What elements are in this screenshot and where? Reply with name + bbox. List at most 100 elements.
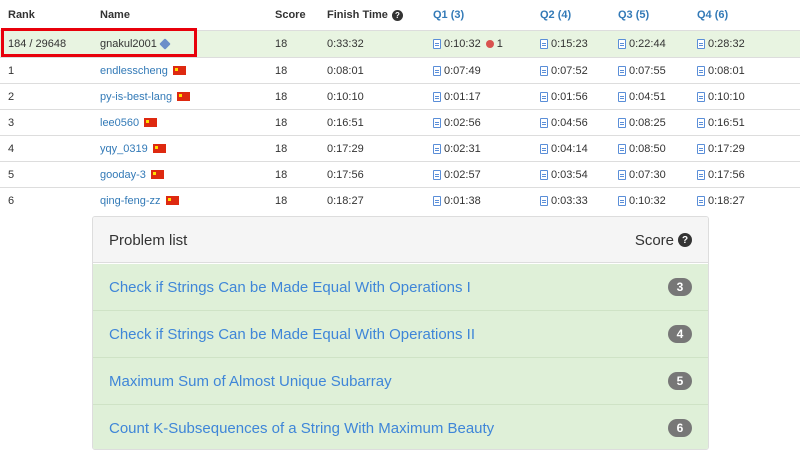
q3-cell: 0:07:55 <box>618 58 666 83</box>
bug-icon <box>485 40 494 48</box>
my-score: 18 <box>275 38 288 50</box>
rank-cell: 1 <box>8 64 15 77</box>
problem-item[interactable]: Maximum Sum of Almost Unique Subarray 5 <box>93 358 708 405</box>
q4-cell: 0:18:27 <box>697 188 745 213</box>
finish-time-cell: 0:18:27 <box>327 194 364 207</box>
file-icon[interactable] <box>618 65 626 76</box>
header-score: Score <box>275 9 306 21</box>
file-icon[interactable] <box>540 117 548 128</box>
q2-time: 0:03:33 <box>551 194 588 207</box>
name-cell: yqy_0319 <box>100 136 166 161</box>
header-rank: Rank <box>8 9 35 21</box>
problem-title-link[interactable]: Count K-Subsequences of a String With Ma… <box>109 405 494 449</box>
rank-cell: 4 <box>8 142 15 155</box>
my-q1-cell: 0:10:32 1 <box>433 31 503 57</box>
problem-score-badge: 4 <box>668 325 692 343</box>
file-icon[interactable] <box>433 195 441 206</box>
file-icon[interactable] <box>433 143 441 154</box>
file-icon[interactable] <box>697 39 705 49</box>
name-cell: py-is-best-lang <box>100 84 191 109</box>
file-icon[interactable] <box>540 143 548 154</box>
file-icon[interactable] <box>697 65 705 76</box>
question-circle-icon[interactable]: ? <box>678 233 692 247</box>
q1-time: 0:02:56 <box>444 116 481 129</box>
q3-time: 0:07:55 <box>629 64 666 77</box>
file-icon[interactable] <box>697 91 705 102</box>
file-icon[interactable] <box>433 65 441 76</box>
q1-cell: 0:01:38 <box>433 188 481 213</box>
q1-time: 0:07:49 <box>444 64 481 77</box>
file-icon[interactable] <box>433 91 441 102</box>
problem-list-score-header: Score ? <box>635 217 692 263</box>
file-icon[interactable] <box>697 195 705 206</box>
file-icon[interactable] <box>618 91 626 102</box>
china-flag-icon <box>172 66 186 75</box>
my-q2: 0:15:23 <box>551 38 588 50</box>
problem-item[interactable]: Check if Strings Can be Made Equal With … <box>93 264 708 311</box>
file-icon[interactable] <box>618 143 626 154</box>
q2-time: 0:03:54 <box>551 168 588 181</box>
user-link[interactable]: gooday-3 <box>100 169 146 181</box>
file-icon[interactable] <box>618 117 626 128</box>
q4-time: 0:18:27 <box>708 194 745 207</box>
q3-cell: 0:08:50 <box>618 136 666 161</box>
user-link[interactable]: endlesscheng <box>100 65 168 77</box>
header-q1[interactable]: Q1 (3) <box>433 0 464 30</box>
q2-time: 0:07:52 <box>551 64 588 77</box>
score-cell: 18 <box>275 168 288 181</box>
file-icon[interactable] <box>540 39 548 49</box>
problem-item[interactable]: Count K-Subsequences of a String With Ma… <box>93 405 708 449</box>
file-icon[interactable] <box>433 169 441 180</box>
file-icon[interactable] <box>697 117 705 128</box>
problem-title-link[interactable]: Maximum Sum of Almost Unique Subarray <box>109 358 392 404</box>
file-icon[interactable] <box>540 91 548 102</box>
header-q4[interactable]: Q4 (6) <box>697 0 728 30</box>
table-row: 1 endlesscheng 18 0:08:01 0:07:49 0:07:5… <box>0 57 800 83</box>
user-link[interactable]: py-is-best-lang <box>100 91 172 103</box>
question-circle-icon[interactable]: ? <box>391 9 403 21</box>
my-q3: 0:22:44 <box>629 38 666 50</box>
name-cell: lee0560 <box>100 110 158 135</box>
table-row: 6 qing-feng-zz 18 0:18:27 0:01:38 0:03:3… <box>0 187 800 213</box>
file-icon[interactable] <box>540 169 548 180</box>
file-icon[interactable] <box>540 195 548 206</box>
china-flag-icon <box>150 170 164 179</box>
china-flag-icon <box>152 144 166 153</box>
file-icon[interactable] <box>697 143 705 154</box>
score-cell: 18 <box>275 90 288 103</box>
q4-cell: 0:08:01 <box>697 58 745 83</box>
file-icon[interactable] <box>618 39 626 49</box>
name-cell: qing-feng-zz <box>100 188 179 213</box>
name-cell: endlesscheng <box>100 58 186 83</box>
q1-time: 0:02:57 <box>444 168 481 181</box>
china-flag-icon <box>165 196 179 205</box>
header-q3[interactable]: Q3 (5) <box>618 0 649 30</box>
problem-score-badge: 3 <box>668 278 692 296</box>
q2-cell: 0:04:56 <box>540 110 588 135</box>
user-link[interactable]: lee0560 <box>100 117 139 129</box>
header-q2[interactable]: Q2 (4) <box>540 0 571 30</box>
file-icon[interactable] <box>433 39 441 49</box>
china-flag-icon <box>177 92 191 101</box>
problem-score-badge: 5 <box>668 372 692 390</box>
q1-cell: 0:02:56 <box>433 110 481 135</box>
table-row: 5 gooday-3 18 0:17:56 0:02:57 0:03:54 0:… <box>0 161 800 187</box>
problem-list-panel: Problem list Score ? Check if Strings Ca… <box>92 216 709 450</box>
problem-title-link[interactable]: Check if Strings Can be Made Equal With … <box>109 264 471 310</box>
rank-cell: 2 <box>8 90 15 103</box>
file-icon[interactable] <box>618 169 626 180</box>
problem-title-link[interactable]: Check if Strings Can be Made Equal With … <box>109 311 475 357</box>
user-link[interactable]: qing-feng-zz <box>100 195 161 207</box>
user-link[interactable]: yqy_0319 <box>100 143 148 155</box>
q4-time: 0:16:51 <box>708 116 745 129</box>
rank-cell: 6 <box>8 194 15 207</box>
table-row: 2 py-is-best-lang 18 0:10:10 0:01:17 0:0… <box>0 83 800 109</box>
problem-item[interactable]: Check if Strings Can be Made Equal With … <box>93 311 708 358</box>
file-icon[interactable] <box>697 169 705 180</box>
q1-cell: 0:02:31 <box>433 136 481 161</box>
rank-cell: 5 <box>8 168 15 181</box>
file-icon[interactable] <box>618 195 626 206</box>
my-name[interactable]: gnakul2001 <box>100 38 157 50</box>
file-icon[interactable] <box>433 117 441 128</box>
file-icon[interactable] <box>540 65 548 76</box>
